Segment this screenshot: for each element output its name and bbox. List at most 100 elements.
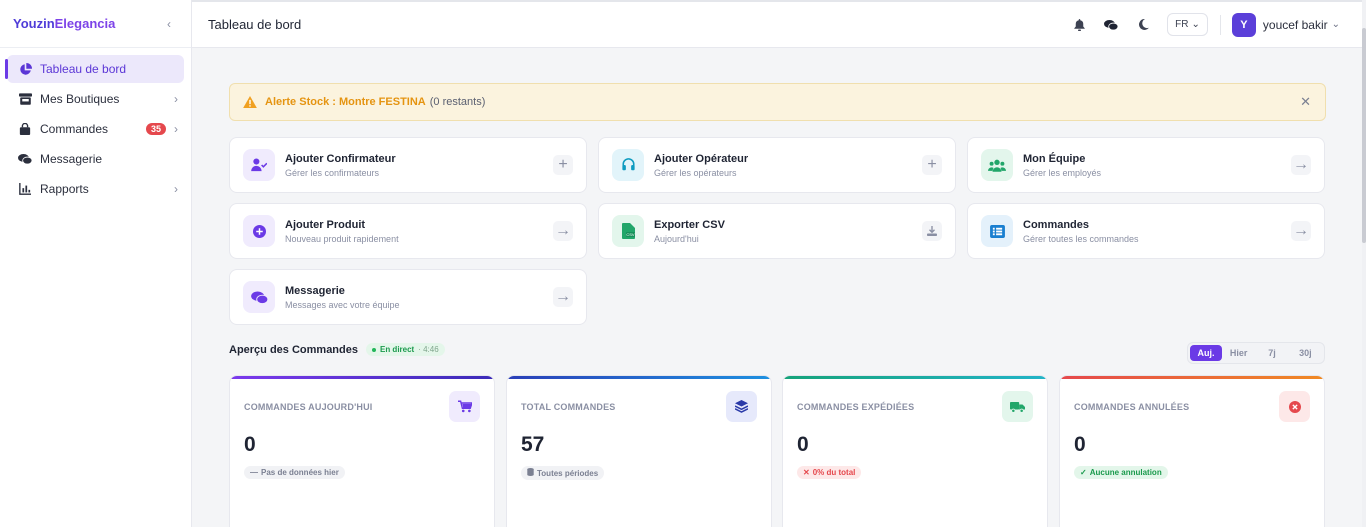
- stat-card-cancelled: COMMANDES ANNULÉES 0 ✓ Aucune annulation: [1059, 375, 1325, 527]
- brand-logo[interactable]: YouzinElegancia: [13, 16, 115, 31]
- sidebar-item-dashboard[interactable]: Tableau de bord: [5, 55, 184, 83]
- stat-value: 0: [797, 433, 809, 456]
- period-30d[interactable]: 30j: [1289, 345, 1322, 361]
- shopping-bag-icon: [18, 122, 32, 136]
- stat-label: COMMANDES EXPÉDIÉES: [797, 402, 915, 412]
- period-yesterday[interactable]: Hier: [1222, 345, 1255, 361]
- quick-action-add-operateur[interactable]: Ajouter Opérateur Gérer les opérateurs +: [598, 137, 956, 193]
- arrow-right-icon[interactable]: →: [553, 287, 573, 307]
- card-title: Ajouter Confirmateur: [285, 152, 396, 165]
- sidebar-item-boutiques[interactable]: Mes Boutiques ›: [7, 85, 184, 113]
- period-7d[interactable]: 7j: [1255, 345, 1288, 361]
- plus-icon[interactable]: +: [553, 155, 573, 175]
- avatar[interactable]: Y: [1231, 12, 1256, 37]
- chat-icon: [18, 152, 32, 166]
- sidebar-item-messagerie[interactable]: Messagerie: [7, 145, 184, 173]
- main-content: Alerte Stock : Montre FESTINA (0 restant…: [192, 48, 1362, 527]
- quick-action-commandes[interactable]: Commandes Gérer toutes les commandes →: [967, 203, 1325, 259]
- scrollbar[interactable]: [1362, 0, 1366, 527]
- stat-badge-text: Aucune annulation: [1089, 468, 1162, 477]
- stat-label: COMMANDES AUJOURD'HUI: [244, 402, 373, 412]
- card-subtitle: Gérer toutes les commandes: [1023, 233, 1139, 244]
- bar-chart-icon: [18, 182, 32, 196]
- stat-badge: — Pas de données hier: [244, 466, 345, 479]
- card-title: Ajouter Produit: [285, 218, 366, 231]
- stat-value: 57: [521, 433, 545, 456]
- minus-icon: —: [250, 468, 258, 477]
- language-select[interactable]: FR ⌄: [1167, 13, 1208, 36]
- stat-accent-bar: [507, 376, 771, 379]
- card-title: Commandes: [1023, 218, 1090, 231]
- quick-action-mon-equipe[interactable]: Mon Équipe Gérer les employés →: [967, 137, 1325, 193]
- page-title: Tableau de bord: [208, 17, 302, 32]
- overview-title: Aperçu des Commandes: [229, 343, 358, 356]
- stat-badge-text: 0% du total: [812, 468, 856, 477]
- cart-icon: [449, 391, 480, 422]
- card-subtitle: Nouveau produit rapidement: [285, 233, 399, 244]
- card-subtitle: Gérer les opérateurs: [654, 167, 737, 178]
- user-check-icon: [243, 149, 275, 181]
- stat-accent-bar: [783, 376, 1047, 379]
- sidebar-item-commandes[interactable]: Commandes 35 ›: [7, 115, 184, 143]
- quick-action-add-confirmateur[interactable]: Ajouter Confirmateur Gérer les confirmat…: [229, 137, 587, 193]
- scrollbar-thumb[interactable]: [1362, 28, 1366, 243]
- card-subtitle: Gérer les confirmateurs: [285, 167, 380, 178]
- period-today[interactable]: Auj.: [1190, 345, 1222, 361]
- live-label: En direct: [379, 345, 415, 354]
- quick-action-export-csv[interactable]: CSV Exporter CSV Aujourd'hui: [598, 203, 956, 259]
- live-dot-icon: [371, 347, 376, 352]
- x-icon: ✕: [803, 468, 810, 477]
- chevron-down-icon: ⌄: [1191, 19, 1200, 30]
- stat-value: 0: [1074, 433, 1086, 456]
- user-name[interactable]: youcef bakir: [1263, 18, 1328, 32]
- chevron-down-icon[interactable]: ⌄: [1332, 19, 1340, 30]
- stat-badge-text: Pas de données hier: [261, 468, 339, 477]
- sidebar: YouzinElegancia ‹ Tableau de bord Mes Bo…: [0, 0, 192, 527]
- language-value: FR: [1175, 19, 1189, 30]
- stat-card-today: COMMANDES AUJOURD'HUI 0 — Pas de données…: [229, 375, 495, 527]
- dashboard-pie-icon: [18, 62, 32, 76]
- truck-icon: [1002, 391, 1033, 422]
- sidebar-item-rapports[interactable]: Rapports ›: [7, 175, 184, 203]
- card-title: Ajouter Opérateur: [654, 152, 749, 165]
- close-icon[interactable]: ✕: [1300, 94, 1311, 110]
- svg-text:CSV: CSV: [626, 232, 635, 237]
- warning-icon: [243, 96, 257, 108]
- chat-icon[interactable]: [1103, 17, 1119, 33]
- sidebar-item-label: Commandes: [40, 122, 109, 136]
- card-subtitle: Aujourd'hui: [654, 233, 699, 244]
- headset-icon: [612, 149, 644, 181]
- quick-action-add-produit[interactable]: Ajouter Produit Nouveau produit rapideme…: [229, 203, 587, 259]
- users-icon: [981, 149, 1013, 181]
- sidebar-item-label: Rapports: [40, 182, 89, 196]
- plus-icon[interactable]: +: [922, 155, 942, 175]
- card-subtitle: Gérer les employés: [1023, 167, 1102, 178]
- stat-badge: ✓ Aucune annulation: [1074, 466, 1168, 479]
- commandes-count-badge: 35: [145, 123, 166, 135]
- stat-label: TOTAL COMMANDES: [521, 402, 616, 412]
- sidebar-item-label: Tableau de bord: [40, 62, 127, 76]
- top-bar: Tableau de bord FR ⌄ Y youcef bakir ⌄: [192, 0, 1362, 48]
- download-icon[interactable]: [922, 221, 942, 241]
- quick-action-messagerie[interactable]: Messagerie Messages avec votre équipe →: [229, 269, 587, 325]
- stat-label: COMMANDES ANNULÉES: [1074, 402, 1190, 412]
- chevron-right-icon: ›: [174, 122, 178, 136]
- moon-icon[interactable]: [1135, 17, 1151, 33]
- arrow-right-icon[interactable]: →: [1291, 221, 1311, 241]
- stat-card-total: TOTAL COMMANDES 57 Toutes périodes: [506, 375, 772, 527]
- chevron-right-icon: ›: [174, 182, 178, 196]
- bell-icon[interactable]: [1071, 17, 1087, 33]
- arrow-right-icon[interactable]: →: [1291, 155, 1311, 175]
- overview-header: Aperçu des Commandes En direct · 4:46: [229, 343, 445, 356]
- stat-badge: ✕ 0% du total: [797, 466, 862, 479]
- list-icon: [981, 215, 1013, 247]
- period-selector: Auj. Hier 7j 30j: [1187, 342, 1325, 364]
- stat-value: 0: [244, 433, 256, 456]
- divider: [1219, 14, 1221, 35]
- arrow-right-icon[interactable]: →: [553, 221, 573, 241]
- collapse-sidebar-icon[interactable]: ‹: [167, 17, 171, 31]
- alert-title: Alerte Stock : Montre FESTINA: [265, 96, 426, 108]
- stat-card-shipped: COMMANDES EXPÉDIÉES 0 ✕ 0% du total: [782, 375, 1048, 527]
- stat-badge: Toutes périodes: [521, 466, 605, 480]
- card-subtitle: Messages avec votre équipe: [285, 299, 400, 310]
